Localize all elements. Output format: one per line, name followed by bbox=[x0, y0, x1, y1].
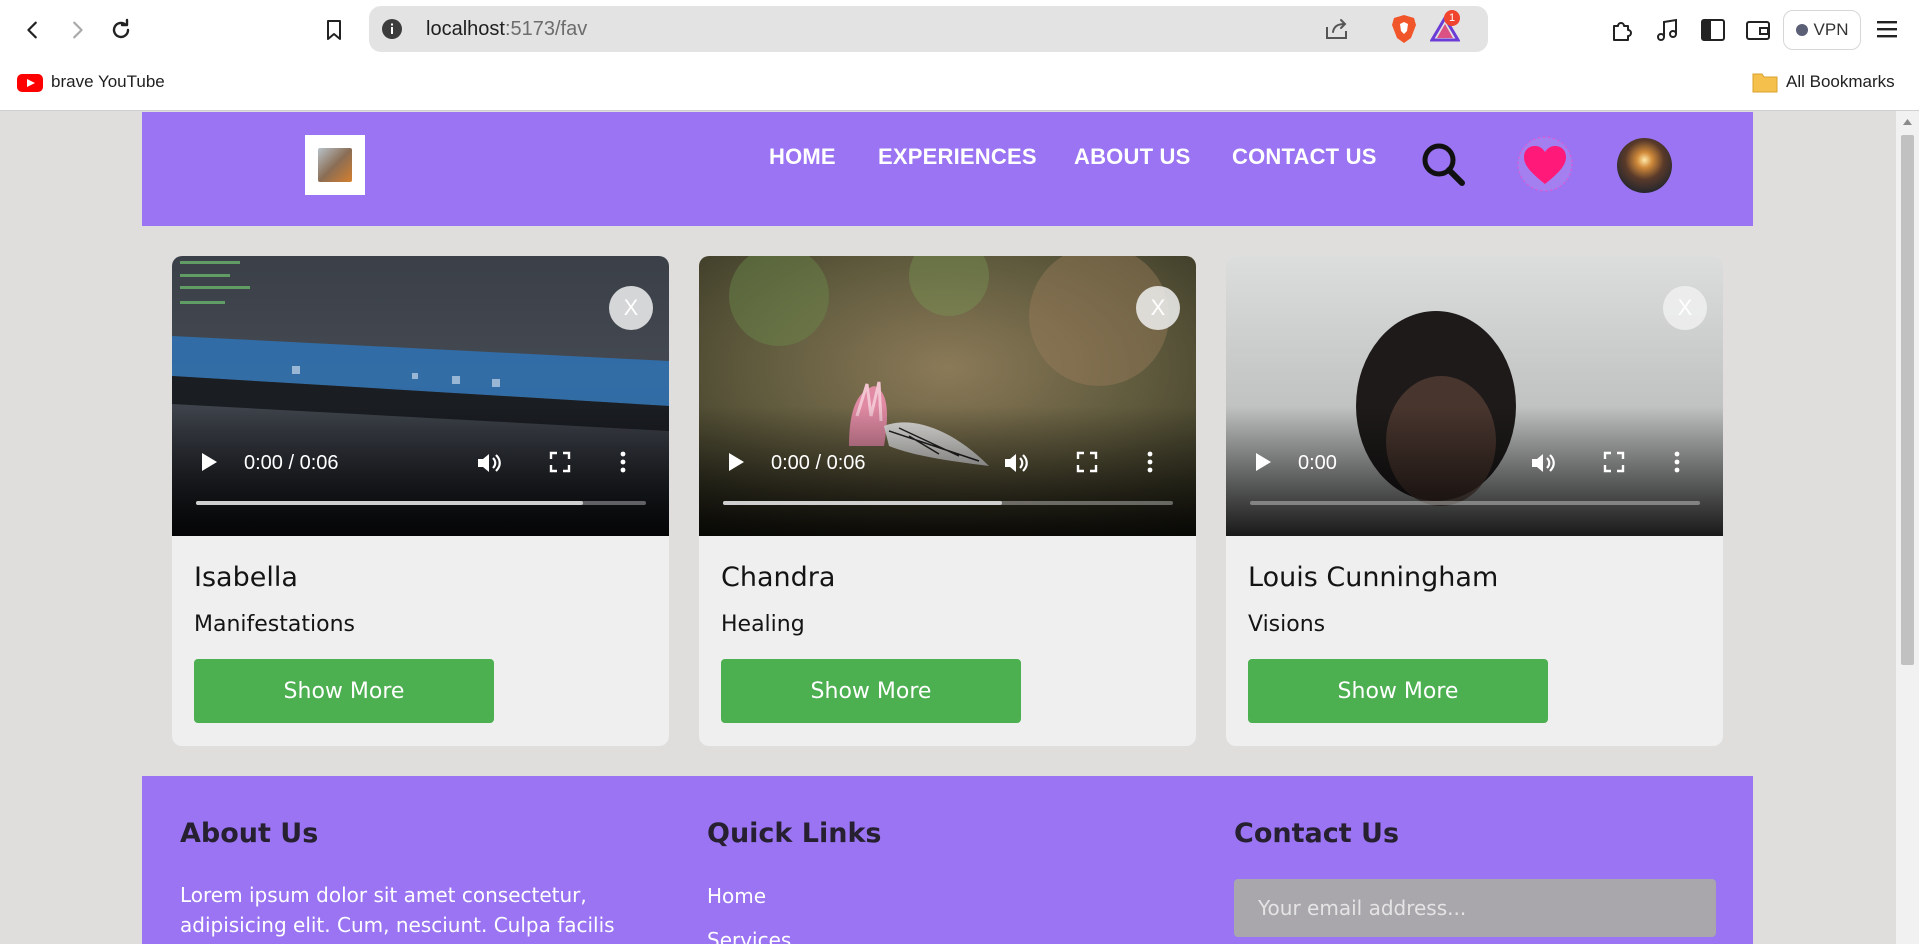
card-name: Chandra bbox=[721, 562, 836, 593]
card-category: Visions bbox=[1248, 612, 1326, 637]
site-info-icon[interactable] bbox=[381, 18, 403, 40]
video-progress-bar[interactable] bbox=[723, 501, 1173, 505]
bookmark-youtube[interactable]: brave YouTube bbox=[51, 72, 165, 92]
nav-contact-us[interactable]: CONTACT US bbox=[1232, 144, 1377, 170]
nav-home[interactable]: HOME bbox=[769, 144, 836, 170]
volume-icon[interactable] bbox=[1529, 450, 1557, 476]
back-button[interactable] bbox=[15, 13, 51, 47]
brave-shields-icon[interactable] bbox=[1391, 14, 1417, 44]
video-time: 0:00 bbox=[1298, 452, 1337, 474]
bookmark-button[interactable] bbox=[316, 13, 352, 47]
remove-favorite-button[interactable]: X bbox=[1136, 286, 1180, 330]
footer-links-title: Quick Links bbox=[707, 818, 882, 849]
url-text[interactable]: localhost:5173/fav bbox=[426, 18, 587, 41]
play-icon[interactable] bbox=[198, 450, 220, 474]
youtube-icon[interactable] bbox=[17, 74, 43, 92]
card-category: Healing bbox=[721, 612, 805, 637]
video-controls: 0:00 bbox=[1226, 446, 1723, 486]
favorite-card: X 0:00 / 0:06 Isabella Manifestations Sh… bbox=[172, 256, 669, 746]
forward-arrow-icon bbox=[73, 21, 83, 39]
extensions-icon[interactable] bbox=[1609, 17, 1635, 43]
show-more-button[interactable]: Show More bbox=[721, 659, 1021, 723]
address-bar[interactable]: localhost:5173/fav 1 bbox=[369, 6, 1488, 52]
vpn-status-icon bbox=[1795, 24, 1808, 36]
folder-icon[interactable] bbox=[1752, 71, 1778, 93]
card-name: Isabella bbox=[194, 562, 298, 593]
email-input[interactable] bbox=[1234, 879, 1716, 937]
scrollbar-thumb[interactable] bbox=[1901, 135, 1914, 665]
site-logo[interactable] bbox=[305, 135, 365, 195]
play-icon[interactable] bbox=[1252, 450, 1274, 474]
share-icon[interactable] bbox=[1324, 17, 1350, 41]
footer-contact-title: Contact Us bbox=[1234, 818, 1400, 849]
media-icon[interactable] bbox=[1654, 17, 1680, 43]
forward-button[interactable] bbox=[59, 13, 95, 47]
search-icon[interactable] bbox=[1419, 140, 1467, 188]
footer-about-text: Lorem ipsum dolor sit amet consectetur, … bbox=[180, 883, 615, 937]
favorite-card: X 0:00 Louis Cunningham Visions Show Mor… bbox=[1226, 256, 1723, 746]
nav-experiences[interactable]: EXPERIENCES bbox=[878, 144, 1037, 170]
page-scrollbar[interactable] bbox=[1896, 111, 1919, 944]
reload-button[interactable] bbox=[103, 13, 139, 47]
footer-link-home[interactable]: Home bbox=[707, 884, 766, 908]
favorite-card: X 0:00 / 0:06 Chandra Healing Show More bbox=[699, 256, 1196, 746]
show-more-button[interactable]: Show More bbox=[194, 659, 494, 723]
bookmarks-bar: brave YouTube All Bookmarks bbox=[0, 58, 1919, 111]
browser-toolbar: localhost:5173/fav 1 VPN bbox=[0, 0, 1919, 58]
menu-icon[interactable] bbox=[1875, 18, 1899, 40]
video-player[interactable]: X 0:00 bbox=[1226, 256, 1723, 536]
site-header: HOME EXPERIENCES ABOUT US CONTACT US bbox=[142, 112, 1753, 226]
remove-favorite-button[interactable]: X bbox=[609, 286, 653, 330]
site-footer: About Us Lorem ipsum dolor sit amet cons… bbox=[142, 776, 1753, 944]
card-category: Manifestations bbox=[194, 612, 355, 637]
nav-about-us[interactable]: ABOUT US bbox=[1074, 144, 1191, 170]
rewards-badge: 1 bbox=[1444, 10, 1460, 26]
video-controls: 0:00 / 0:06 bbox=[699, 446, 1196, 486]
page-viewport: HOME EXPERIENCES ABOUT US CONTACT US X 0… bbox=[0, 111, 1896, 944]
more-options-icon[interactable] bbox=[618, 450, 628, 474]
url-host: localhost bbox=[426, 18, 505, 40]
video-controls: 0:00 / 0:06 bbox=[172, 446, 669, 486]
video-player[interactable]: X 0:00 / 0:06 bbox=[699, 256, 1196, 536]
back-arrow-icon bbox=[27, 21, 37, 39]
vpn-button[interactable]: VPN bbox=[1783, 10, 1861, 50]
footer-link-services[interactable]: Services bbox=[707, 928, 791, 944]
footer-about-title: About Us bbox=[180, 818, 319, 849]
video-progress-fill bbox=[196, 501, 583, 505]
show-more-button[interactable]: Show More bbox=[1248, 659, 1548, 723]
play-icon[interactable] bbox=[725, 450, 747, 474]
video-progress-fill bbox=[723, 501, 1002, 505]
more-options-icon[interactable] bbox=[1145, 450, 1155, 474]
fullscreen-icon[interactable] bbox=[548, 450, 572, 474]
video-time: 0:00 / 0:06 bbox=[771, 452, 866, 474]
remove-favorite-button[interactable]: X bbox=[1663, 286, 1707, 330]
volume-icon[interactable] bbox=[475, 450, 503, 476]
sidebar-icon[interactable] bbox=[1700, 18, 1726, 42]
favorites-heart-icon[interactable] bbox=[1514, 134, 1576, 194]
url-path: :5173/fav bbox=[504, 18, 588, 40]
card-name: Louis Cunningham bbox=[1248, 562, 1499, 593]
wallet-icon[interactable] bbox=[1745, 18, 1771, 42]
video-progress-bar[interactable] bbox=[1250, 501, 1700, 505]
video-time: 0:00 / 0:06 bbox=[244, 452, 339, 474]
vpn-label: VPN bbox=[1813, 20, 1849, 39]
fullscreen-icon[interactable] bbox=[1602, 450, 1626, 474]
more-options-icon[interactable] bbox=[1672, 450, 1682, 474]
reload-icon bbox=[112, 18, 130, 39]
volume-icon[interactable] bbox=[1002, 450, 1030, 476]
video-player[interactable]: X 0:00 / 0:06 bbox=[172, 256, 669, 536]
fullscreen-icon[interactable] bbox=[1075, 450, 1099, 474]
bookmark-icon bbox=[327, 20, 341, 40]
user-avatar[interactable] bbox=[1617, 138, 1672, 193]
all-bookmarks[interactable]: All Bookmarks bbox=[1786, 72, 1895, 92]
logo-image bbox=[318, 148, 352, 182]
video-progress-bar[interactable] bbox=[196, 501, 646, 505]
scroll-up-icon[interactable] bbox=[1902, 118, 1913, 126]
